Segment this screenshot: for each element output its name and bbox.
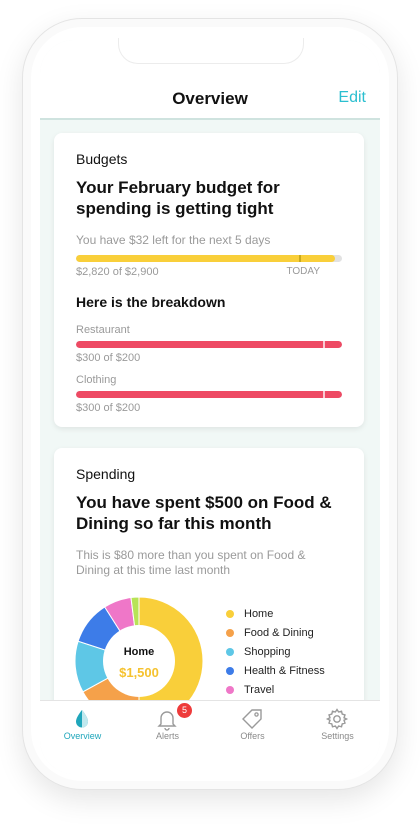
breakdown-item-clothing[interactable]: Clothing $300 of $200 (76, 374, 342, 414)
edit-button[interactable]: Edit (338, 89, 366, 107)
tab-overview[interactable]: Overview (40, 701, 125, 774)
drop-icon (76, 710, 88, 728)
tab-label: Settings (321, 731, 354, 741)
category-bar (76, 391, 342, 398)
budget-progress-fill (76, 255, 335, 262)
legend-label: Shopping (244, 645, 291, 658)
donut-center-value: $1,500 (119, 665, 159, 680)
category-bar (76, 341, 342, 348)
budget-progress-bar (76, 255, 342, 262)
legend-dot (226, 666, 234, 675)
donut-center-label: Home (124, 646, 155, 658)
bell-icon (157, 711, 177, 731)
page-title: Overview (172, 89, 248, 108)
category-name: Clothing (76, 374, 117, 386)
budgets-headline: Your February budget for spending is get… (76, 178, 280, 218)
category-name: Restaurant (76, 324, 130, 336)
limit-marker (323, 391, 326, 398)
legend-item: Food & Dining (226, 623, 325, 642)
donut-hole (103, 625, 175, 697)
tag-icon (242, 709, 262, 729)
spending-headline: You have spent $500 on Food & Dining so … (76, 493, 332, 533)
tab-settings[interactable]: Settings (295, 701, 380, 774)
legend-item: Health & Fitness (226, 661, 325, 680)
gear-icon (325, 708, 349, 730)
legend-label: Travel (244, 683, 275, 696)
limit-marker (323, 341, 326, 348)
category-bar-fill (76, 341, 342, 348)
category-amount: $300 of $200 (76, 402, 141, 414)
tab-label: Alerts (155, 731, 179, 741)
legend-dot (226, 685, 234, 694)
budget-remaining-text: You have $32 left for the next 5 days (76, 233, 271, 247)
category-amount: $300 of $200 (76, 352, 141, 364)
legend-item: Home (226, 604, 325, 623)
budgets-label: Budgets (76, 151, 128, 167)
breakdown-item-restaurant[interactable]: Restaurant $300 of $200 (76, 324, 342, 364)
tab-label: Overview (63, 731, 102, 741)
budgets-card[interactable]: Budgets Your February budget for spendin… (54, 133, 364, 427)
spending-subtext: This is $80 more than you spent on Food … (76, 548, 306, 577)
tab-label: Offers (240, 731, 265, 741)
legend-dot (226, 609, 234, 618)
app-screen: Overview Edit Budgets Your February budg… (40, 40, 380, 774)
alerts-badge: 5 (177, 703, 192, 718)
today-label: TODAY (286, 266, 320, 277)
phone-notch (118, 38, 304, 64)
legend-dot (226, 628, 234, 637)
spending-label: Spending (76, 466, 136, 482)
tab-bar: Overview 5 Alerts Offers Settings (40, 700, 380, 774)
legend-item: Travel (226, 680, 325, 699)
tab-alerts[interactable]: 5 Alerts (125, 701, 210, 774)
legend-label: Food & Dining (244, 626, 314, 639)
breakdown-title: Here is the breakdown (76, 294, 226, 310)
legend-dot (226, 647, 234, 656)
legend-label: Health & Fitness (244, 664, 325, 677)
category-bar-fill (76, 391, 342, 398)
today-marker (299, 255, 302, 262)
legend-label: Home (244, 607, 274, 620)
tab-offers[interactable]: Offers (210, 701, 295, 774)
legend-item: Shopping (226, 642, 325, 661)
budget-amount-text: $2,820 of $2,900 (76, 266, 159, 278)
